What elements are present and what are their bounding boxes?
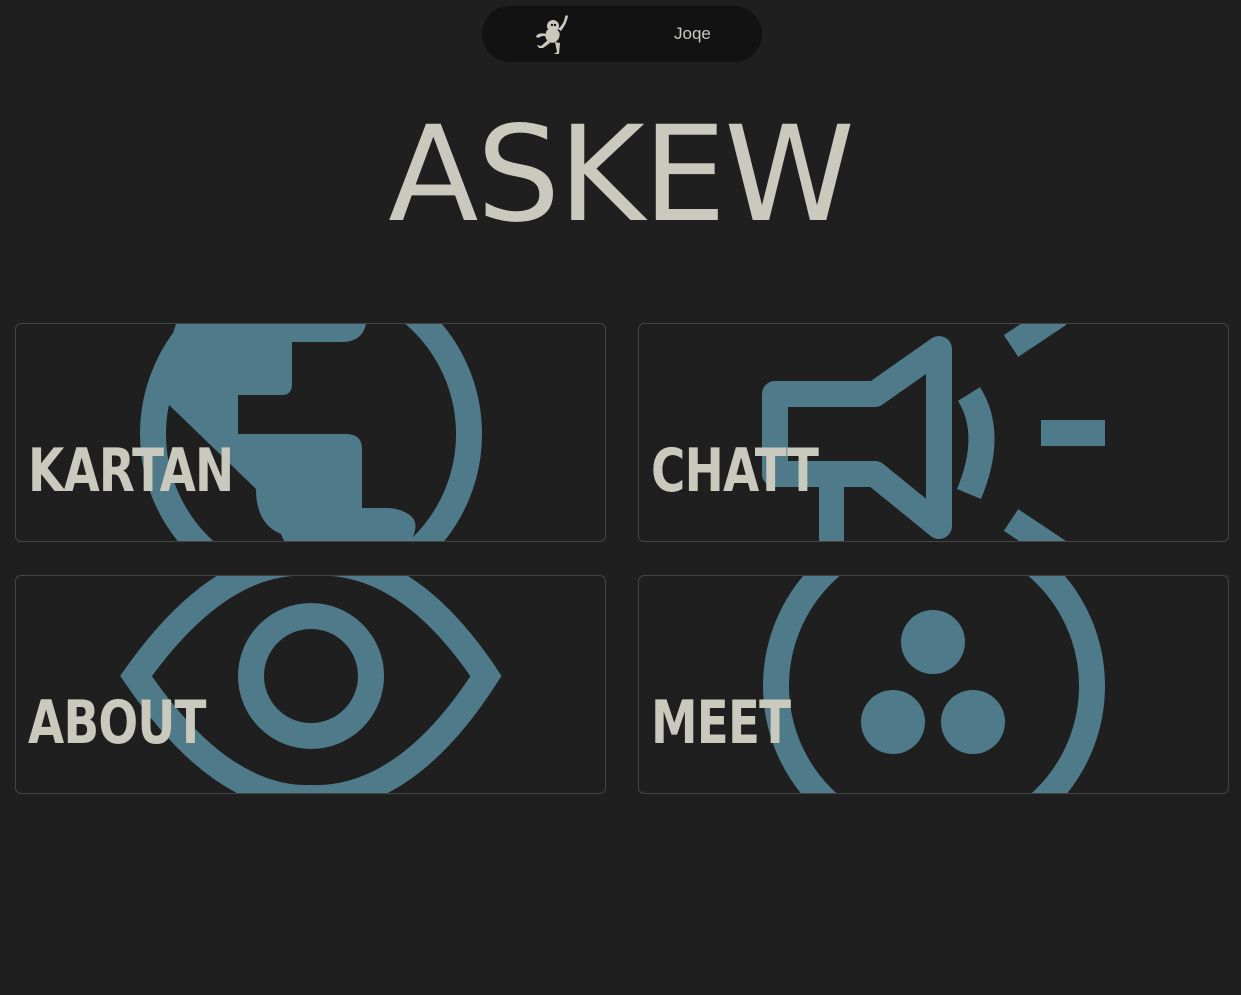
eye-icon [120, 576, 502, 793]
monkey-logo-icon[interactable] [531, 12, 573, 56]
card-label-meet: MEET [651, 688, 791, 758]
card-label-about: ABOUT [28, 688, 206, 758]
card-about[interactable]: ABOUT [15, 575, 606, 794]
globe-icon [140, 324, 482, 541]
nav-bar: Joqe [482, 6, 762, 62]
card-meet[interactable]: MEET [638, 575, 1229, 794]
megaphone-icon [762, 324, 1105, 541]
card-chatt[interactable]: CHATT [638, 323, 1229, 542]
site-title: ASKEW [388, 98, 855, 252]
card-kartan[interactable]: KARTAN [15, 323, 606, 542]
user-name-link[interactable]: Joqe [674, 24, 711, 44]
card-label-kartan: KARTAN [28, 436, 234, 506]
group-circle-icon [763, 576, 1105, 793]
card-label-chatt: CHATT [651, 436, 819, 506]
